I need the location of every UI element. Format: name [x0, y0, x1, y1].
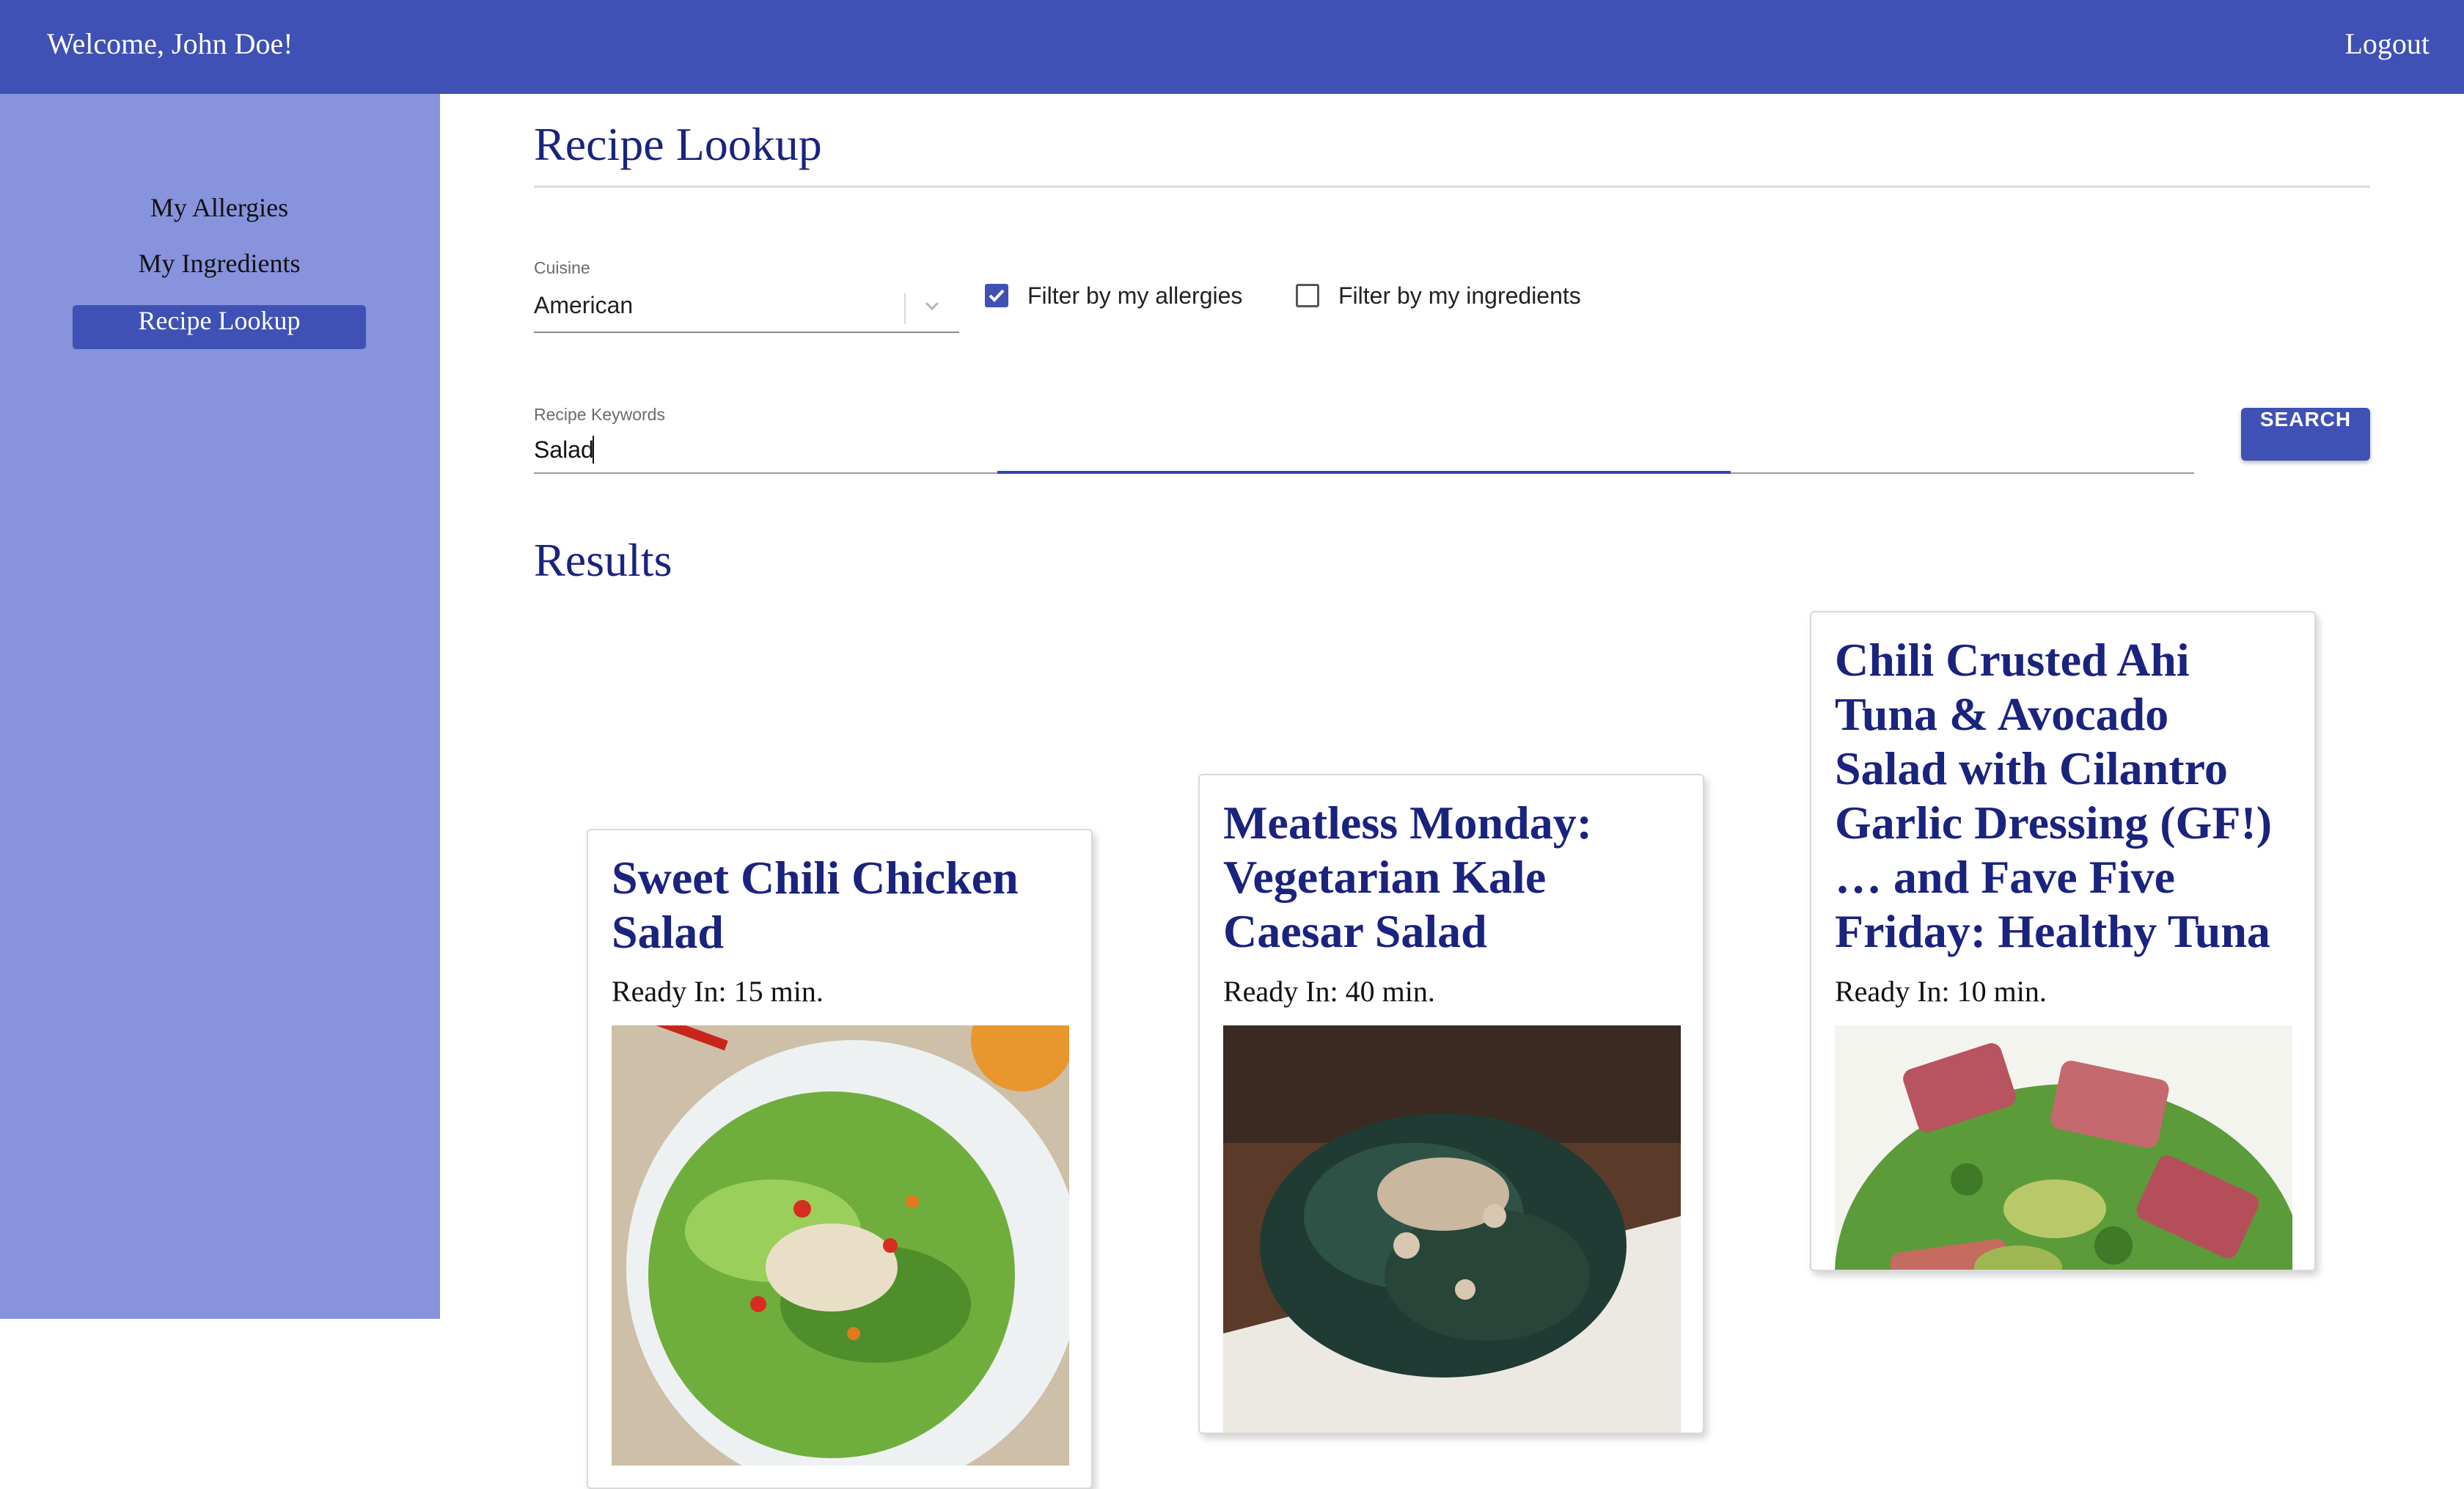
- recipe-card[interactable]: Chili Crusted Ahi Tuna & Avocado Salad w…: [1810, 611, 2316, 1271]
- keywords-label: Recipe Keywords: [534, 405, 665, 424]
- select-separator: [904, 293, 906, 324]
- results-heading: Results: [534, 534, 672, 586]
- filter-ingredients-checkbox[interactable]: [1296, 284, 1319, 307]
- chevron-down-icon[interactable]: [921, 295, 943, 317]
- logout-link[interactable]: Logout: [2344, 26, 2430, 61]
- sidebar: My Allergies My Ingredients Recipe Looku…: [0, 94, 440, 1319]
- recipe-image[interactable]: [1223, 1025, 1681, 1433]
- recipe-image[interactable]: [1835, 1025, 2292, 1270]
- recipe-image[interactable]: [612, 1025, 1069, 1466]
- sidebar-item-my-allergies[interactable]: My Allergies: [73, 192, 366, 236]
- cuisine-value[interactable]: American: [534, 292, 633, 319]
- filter-allergies-checkbox[interactable]: [985, 284, 1008, 307]
- title-divider: [534, 186, 2370, 188]
- search-button[interactable]: SEARCH: [2241, 408, 2370, 461]
- filter-ingredients-label[interactable]: Filter by my ingredients: [1338, 282, 1581, 310]
- recipe-title[interactable]: Meatless Monday: Vegetarian Kale Caesar …: [1223, 796, 1678, 959]
- sidebar-item-my-ingredients[interactable]: My Ingredients: [73, 248, 366, 292]
- keywords-focus-bar: [997, 471, 1731, 474]
- app-header: Welcome, John Doe! Logout: [0, 0, 2464, 94]
- ready-time: Ready In: 15 min.: [612, 975, 824, 1008]
- ready-time: Ready In: 10 min.: [1835, 975, 2047, 1008]
- cuisine-label: Cuisine: [534, 258, 590, 277]
- checkmark-icon: [989, 289, 1005, 302]
- cuisine-underline: [534, 332, 959, 333]
- ready-time: Ready In: 40 min.: [1223, 975, 1435, 1008]
- text-caret: [593, 436, 594, 464]
- recipe-title[interactable]: Sweet Chili Chicken Salad: [612, 851, 1066, 959]
- ahi-tuna-salad-photo-icon: [1835, 1025, 2292, 1270]
- chicken-salad-photo-icon: [612, 1025, 1069, 1466]
- recipe-title[interactable]: Chili Crusted Ahi Tuna & Avocado Salad w…: [1835, 633, 2289, 959]
- recipe-card[interactable]: Meatless Monday: Vegetarian Kale Caesar …: [1198, 774, 1704, 1434]
- recipe-card[interactable]: Sweet Chili Chicken Salad Ready In: 15 m…: [587, 829, 1093, 1489]
- kale-caesar-photo-icon: [1223, 1025, 1681, 1433]
- filter-allergies-label[interactable]: Filter by my allergies: [1027, 282, 1242, 310]
- welcome-message: Welcome, John Doe!: [47, 27, 293, 60]
- keywords-value[interactable]: Salad: [534, 436, 594, 464]
- sidebar-item-recipe-lookup[interactable]: Recipe Lookup: [73, 305, 366, 349]
- page-title: Recipe Lookup: [534, 118, 822, 170]
